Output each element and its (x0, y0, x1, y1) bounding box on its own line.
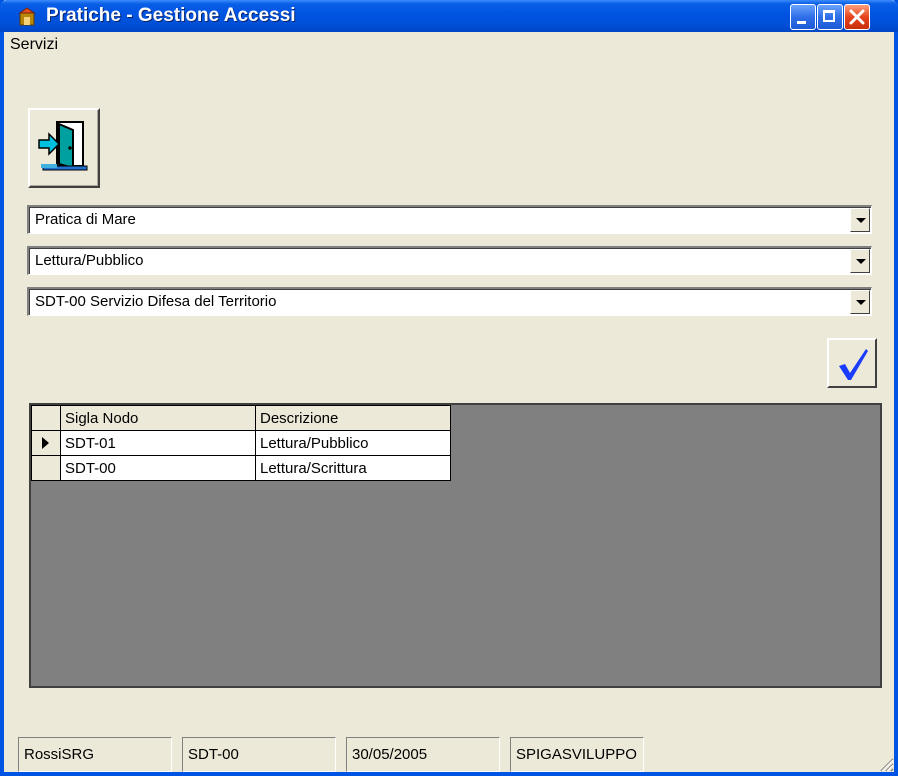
status-date: 30/05/2005 (346, 737, 500, 772)
pratica-combo[interactable]: Pratica di Mare (27, 205, 872, 234)
checkmark-icon (839, 349, 868, 380)
access-grid[interactable]: Sigla Nodo Descrizione SDT-01 Lettura/Pu… (29, 403, 882, 688)
status-node: SDT-00 (182, 737, 336, 772)
table-row[interactable]: SDT-01 Lettura/Pubblico (31, 430, 451, 456)
menu-servizi[interactable]: Servizi (10, 36, 58, 54)
row-indicator-header (31, 405, 61, 431)
maximize-button[interactable] (817, 4, 843, 30)
servizio-combo-value: SDT-00 Servizio Difesa del Territorio (35, 293, 277, 310)
servizio-combo[interactable]: SDT-00 Servizio Difesa del Territorio (27, 287, 872, 316)
pratica-combo-dropdown-button[interactable] (850, 208, 870, 232)
access-level-combo-value: Lettura/Pubblico (35, 252, 144, 269)
access-level-combo[interactable]: Lettura/Pubblico (27, 246, 872, 275)
resize-grip-icon[interactable] (876, 754, 894, 772)
column-header-sigla-nodo[interactable]: Sigla Nodo (60, 405, 256, 431)
confirm-button[interactable] (827, 338, 877, 388)
row-indicator[interactable] (31, 430, 61, 456)
exit-button[interactable] (28, 108, 100, 188)
status-user: RossiSRG (18, 737, 172, 772)
cell-sigla-nodo[interactable]: SDT-01 (60, 430, 256, 456)
row-indicator[interactable] (31, 455, 61, 481)
minimize-button[interactable] (790, 4, 816, 30)
main-window: Pratiche - Gestione Accessi Servizi Prat… (0, 0, 898, 776)
status-database: SPIGASVILUPPO (510, 737, 644, 772)
servizio-combo-dropdown-button[interactable] (850, 290, 870, 314)
status-bar: RossiSRG SDT-00 30/05/2005 SPIGASVILUPPO (4, 737, 894, 772)
exit-door-icon (38, 121, 88, 171)
cell-descrizione[interactable]: Lettura/Pubblico (255, 430, 451, 456)
column-header-descrizione[interactable]: Descrizione (255, 405, 451, 431)
close-icon (849, 9, 865, 25)
cell-sigla-nodo[interactable]: SDT-00 (60, 455, 256, 481)
window-title: Pratiche - Gestione Accessi (46, 5, 296, 26)
table-row[interactable]: SDT-00 Lettura/Scrittura (31, 455, 451, 481)
access-level-combo-dropdown-button[interactable] (850, 249, 870, 273)
current-row-pointer-icon (42, 437, 49, 449)
pratica-combo-value: Pratica di Mare (35, 211, 136, 228)
app-icon (18, 7, 36, 26)
close-button[interactable] (844, 4, 870, 30)
menu-bar: Servizi (4, 32, 894, 60)
table-header-row: Sigla Nodo Descrizione (31, 405, 451, 431)
title-bar[interactable]: Pratiche - Gestione Accessi (0, 0, 898, 32)
cell-descrizione[interactable]: Lettura/Scrittura (255, 455, 451, 481)
access-table: Sigla Nodo Descrizione SDT-01 Lettura/Pu… (31, 405, 451, 481)
